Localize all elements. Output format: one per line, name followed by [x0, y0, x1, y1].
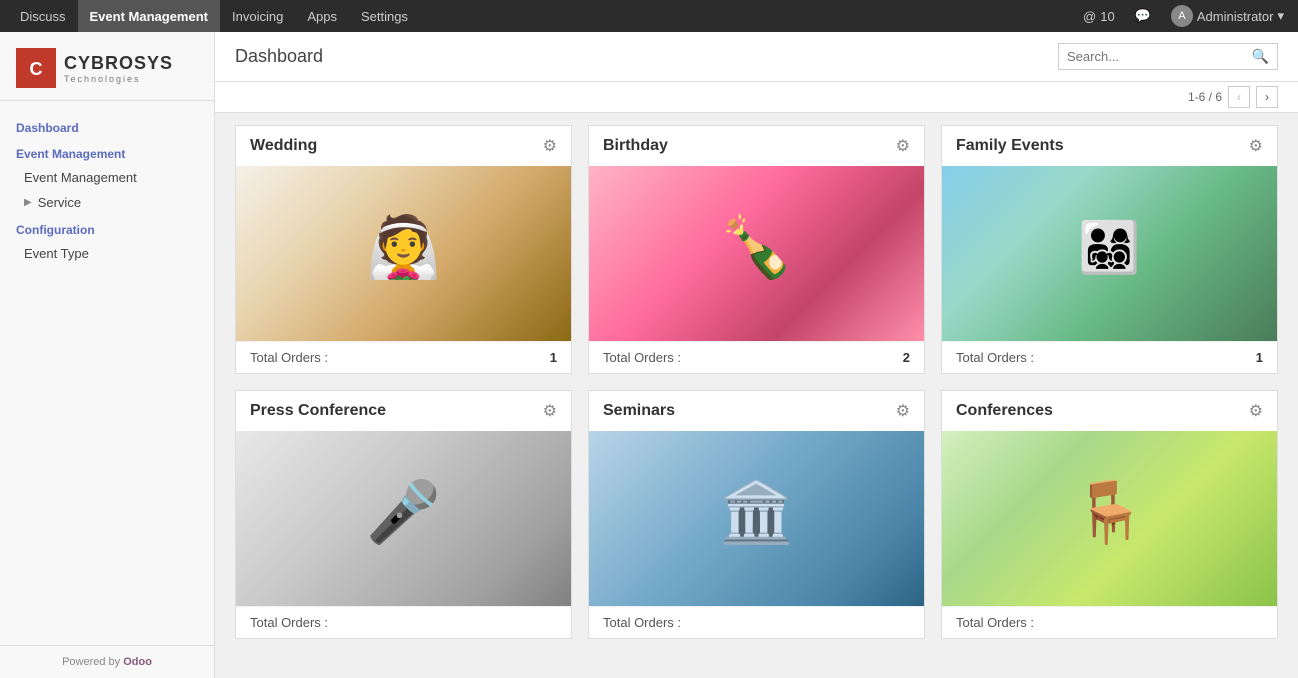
card-birthday[interactable]: Birthday ⚙ Total Orders : 2: [588, 125, 925, 374]
at-icon: @: [1083, 9, 1096, 24]
pagination-bar: 1-6 / 6 ‹ ›: [215, 82, 1298, 113]
card-family-header: Family Events ⚙: [942, 126, 1277, 166]
card-conferences-header: Conferences ⚙: [942, 391, 1277, 431]
card-pressconf-title: Press Conference: [250, 402, 386, 420]
main-header: Dashboard 🔍: [215, 32, 1298, 82]
layout: C CYBROSYS Technologies Dashboard Event …: [0, 32, 1298, 678]
logo-text: CYBROSYS Technologies: [64, 53, 173, 84]
card-family-orders-label: Total Orders :: [956, 350, 1034, 365]
nav-apps[interactable]: Apps: [295, 0, 349, 32]
card-family-gear-icon[interactable]: ⚙: [1249, 136, 1263, 156]
sidebar-logo: C CYBROSYS Technologies: [0, 32, 214, 101]
card-seminars-title: Seminars: [603, 402, 675, 420]
card-birthday-image: [589, 166, 924, 341]
card-wedding-footer: Total Orders : 1: [236, 341, 571, 373]
sidebar-section-event-management: Event Management: [0, 139, 214, 165]
logo-sub: Technologies: [64, 74, 173, 84]
card-seminars-image: [589, 431, 924, 606]
admin-dropdown-icon: ▾: [1277, 8, 1284, 24]
sidebar-item-service[interactable]: ▶ Service: [0, 190, 214, 215]
card-family-orders-count: 1: [1256, 350, 1263, 365]
search-box[interactable]: 🔍: [1058, 43, 1278, 70]
card-wedding[interactable]: Wedding ⚙ Total Orders : 1: [235, 125, 572, 374]
nav-event-management[interactable]: Event Management: [78, 0, 220, 32]
card-pressconf-orders-label: Total Orders :: [250, 615, 328, 630]
service-label: Service: [38, 195, 81, 210]
sidebar-section-configuration: Configuration: [0, 215, 214, 241]
sidebar-nav: Dashboard Event Management Event Managem…: [0, 101, 214, 645]
card-seminars-gear-icon[interactable]: ⚙: [896, 401, 910, 421]
sidebar-item-event-management[interactable]: Event Management: [0, 165, 214, 190]
card-seminars-orders-label: Total Orders :: [603, 615, 681, 630]
sidebar-item-event-type[interactable]: Event Type: [0, 241, 214, 266]
sidebar-footer: Powered by Odoo: [0, 645, 214, 678]
card-pressconf-gear-icon[interactable]: ⚙: [543, 401, 557, 421]
card-family-events[interactable]: Family Events ⚙ Total Orders : 1: [941, 125, 1278, 374]
pagination-info: 1-6 / 6: [1188, 90, 1222, 104]
card-pressconf-header: Press Conference ⚙: [236, 391, 571, 431]
sidebar: C CYBROSYS Technologies Dashboard Event …: [0, 32, 215, 678]
card-wedding-orders-label: Total Orders :: [250, 350, 328, 365]
card-conferences-footer: Total Orders :: [942, 606, 1277, 638]
topnav-admin[interactable]: A Administrator ▾: [1165, 5, 1290, 27]
card-family-title: Family Events: [956, 137, 1064, 155]
footer-brand: Odoo: [123, 656, 152, 668]
logo-box: C CYBROSYS Technologies: [16, 48, 198, 88]
pagination-prev-button[interactable]: ‹: [1228, 86, 1250, 108]
card-pressconf-footer: Total Orders :: [236, 606, 571, 638]
svg-text:C: C: [30, 59, 43, 79]
card-birthday-header: Birthday ⚙: [589, 126, 924, 166]
topnav-messages[interactable]: 💬: [1129, 8, 1157, 24]
card-seminars[interactable]: Seminars ⚙ Total Orders :: [588, 390, 925, 639]
card-birthday-footer: Total Orders : 2: [589, 341, 924, 373]
admin-avatar: A: [1171, 5, 1193, 27]
topnav-right: @ 10 💬 A Administrator ▾: [1077, 5, 1290, 27]
card-wedding-header: Wedding ⚙: [236, 126, 571, 166]
card-family-image: [942, 166, 1277, 341]
card-wedding-title: Wedding: [250, 137, 317, 155]
search-icon[interactable]: 🔍: [1252, 48, 1269, 65]
main-content: Dashboard 🔍 1-6 / 6 ‹ › Wedding ⚙: [215, 32, 1298, 678]
topnav: Discuss Event Management Invoicing Apps …: [0, 0, 1298, 32]
card-seminars-header: Seminars ⚙: [589, 391, 924, 431]
card-conferences-gear-icon[interactable]: ⚙: [1249, 401, 1263, 421]
pagination-next-button[interactable]: ›: [1256, 86, 1278, 108]
nav-discuss[interactable]: Discuss: [8, 0, 78, 32]
card-birthday-gear-icon[interactable]: ⚙: [896, 136, 910, 156]
page-title: Dashboard: [235, 46, 323, 67]
service-arrow-icon: ▶: [24, 197, 32, 208]
card-wedding-orders-count: 1: [550, 350, 557, 365]
card-pressconf-image: [236, 431, 571, 606]
nav-invoicing[interactable]: Invoicing: [220, 0, 295, 32]
card-conferences-orders-label: Total Orders :: [956, 615, 1034, 630]
card-seminars-footer: Total Orders :: [589, 606, 924, 638]
event-grid: Wedding ⚙ Total Orders : 1 Birthday ⚙: [235, 125, 1278, 639]
card-wedding-image: [236, 166, 571, 341]
card-birthday-title: Birthday: [603, 137, 668, 155]
card-conferences-image: [942, 431, 1277, 606]
grid-content: Wedding ⚙ Total Orders : 1 Birthday ⚙: [215, 113, 1298, 678]
notification-count: 10: [1100, 9, 1114, 24]
sidebar-item-dashboard[interactable]: Dashboard: [0, 113, 214, 139]
card-birthday-orders-count: 2: [903, 350, 910, 365]
admin-label: Administrator: [1197, 9, 1274, 24]
messages-icon: 💬: [1135, 8, 1151, 24]
nav-settings[interactable]: Settings: [349, 0, 420, 32]
logo-name: CYBROSYS: [64, 53, 173, 74]
card-wedding-gear-icon[interactable]: ⚙: [543, 136, 557, 156]
card-conferences[interactable]: Conferences ⚙ Total Orders :: [941, 390, 1278, 639]
topnav-notifications[interactable]: @ 10: [1077, 9, 1121, 24]
logo-icon: C: [16, 48, 56, 88]
card-press-conference[interactable]: Press Conference ⚙ Total Orders :: [235, 390, 572, 639]
card-birthday-orders-label: Total Orders :: [603, 350, 681, 365]
card-family-footer: Total Orders : 1: [942, 341, 1277, 373]
card-conferences-title: Conferences: [956, 402, 1053, 420]
search-input[interactable]: [1067, 49, 1252, 64]
